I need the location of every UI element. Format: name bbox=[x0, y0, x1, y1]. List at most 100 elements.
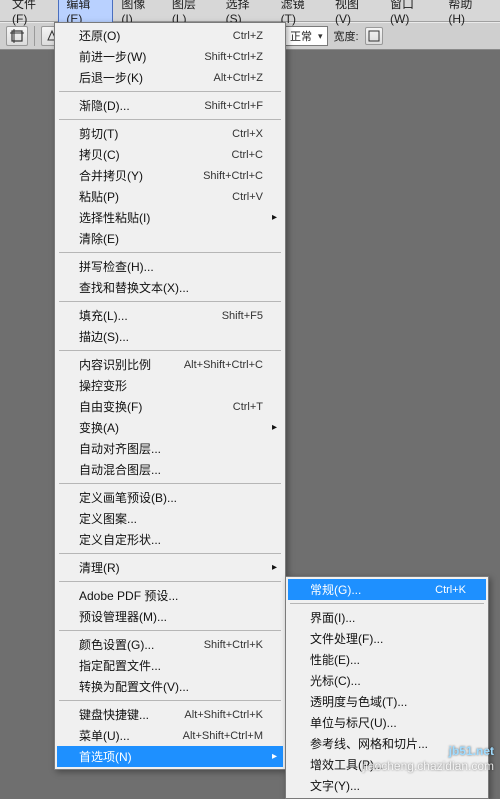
menu-item-label: 文字(Y)... bbox=[310, 777, 466, 794]
edit-menu-item[interactable]: 定义画笔预设(B)... bbox=[57, 487, 283, 508]
menu-item-shortcut: Ctrl+V bbox=[232, 191, 263, 203]
watermark-url: jiaocheng.chazidian.com bbox=[363, 759, 494, 775]
edit-menu-item[interactable]: 清除(E) bbox=[57, 228, 283, 249]
menu-separator bbox=[59, 301, 281, 302]
menu-separator bbox=[59, 252, 281, 253]
blend-mode-value: 正常 bbox=[290, 28, 312, 44]
menu-item-shortcut: Ctrl+C bbox=[232, 149, 263, 161]
prefs-menu-item[interactable]: 性能(E)... bbox=[288, 649, 486, 670]
menu-item-label: 键盘快捷键... bbox=[79, 706, 174, 723]
menu-item-label: 合并拷贝(Y) bbox=[79, 167, 193, 184]
edit-menu-item[interactable]: 颜色设置(G)... Shift+Ctrl+K bbox=[57, 634, 283, 655]
edit-menu-item[interactable]: 后退一步(K)Alt+Ctrl+Z bbox=[57, 67, 283, 88]
menu-item-label: 渐隐(D)... bbox=[79, 97, 194, 114]
edit-menu-item[interactable]: 渐隐(D)...Shift+Ctrl+F bbox=[57, 95, 283, 116]
menu-separator bbox=[59, 91, 281, 92]
edit-menu-item[interactable]: 描边(S)... bbox=[57, 326, 283, 347]
menu-item-label: 前进一步(W) bbox=[79, 48, 194, 65]
prefs-menu-item[interactable]: 文件处理(F)... bbox=[288, 628, 486, 649]
menu-item-label: 内容识别比例 bbox=[79, 356, 174, 373]
edit-menu-item[interactable]: 自由变换(F)Ctrl+T bbox=[57, 396, 283, 417]
edit-menu-item[interactable]: 首选项(N)▸ bbox=[57, 746, 283, 767]
edit-menu-item[interactable]: 清理(R)▸ bbox=[57, 557, 283, 578]
menu-item-label: 清除(E) bbox=[79, 230, 263, 247]
prefs-menu-item[interactable]: 单位与标尺(U)... bbox=[288, 712, 486, 733]
menubar-item[interactable]: 窗口(W) bbox=[382, 0, 440, 28]
edit-menu-item[interactable]: 自动对齐图层... bbox=[57, 438, 283, 459]
edit-menu-item[interactable]: 转换为配置文件(V)... bbox=[57, 676, 283, 697]
menu-item-label: 描边(S)... bbox=[79, 328, 263, 345]
prefs-menu-item[interactable]: 光标(C)... bbox=[288, 670, 486, 691]
edit-menu-item[interactable]: 定义图案... bbox=[57, 508, 283, 529]
edit-menu-item[interactable]: 键盘快捷键...Alt+Shift+Ctrl+K bbox=[57, 704, 283, 725]
menu-item-shortcut: Ctrl+K bbox=[435, 584, 466, 596]
menu-item-label: 指定配置文件... bbox=[79, 657, 263, 674]
edit-menu-item[interactable]: 剪切(T)Ctrl+X bbox=[57, 123, 283, 144]
menu-item-label: 定义图案... bbox=[79, 510, 263, 527]
edit-menu-item[interactable]: 选择性粘贴(I)▸ bbox=[57, 207, 283, 228]
menu-separator bbox=[59, 483, 281, 484]
menu-item-shortcut: Alt+Shift+Ctrl+C bbox=[184, 359, 263, 371]
menu-item-shortcut: Shift+Ctrl+C bbox=[203, 170, 263, 182]
edit-menu-item[interactable]: 拷贝(C)Ctrl+C bbox=[57, 144, 283, 165]
crop-icon bbox=[10, 29, 24, 43]
swatch-button[interactable] bbox=[365, 27, 383, 45]
edit-menu-item[interactable]: 粘贴(P) Ctrl+V bbox=[57, 186, 283, 207]
menu-item-label: 性能(E)... bbox=[310, 651, 466, 668]
edit-menu-item[interactable]: 指定配置文件... bbox=[57, 655, 283, 676]
menu-item-label: 首选项(N) bbox=[79, 748, 263, 765]
menu-separator bbox=[59, 119, 281, 120]
edit-menu-item[interactable]: 预设管理器(M)... bbox=[57, 606, 283, 627]
edit-menu-item[interactable]: 前进一步(W)Shift+Ctrl+Z bbox=[57, 46, 283, 67]
edit-menu-item[interactable]: 查找和替换文本(X)... bbox=[57, 277, 283, 298]
edit-menu-item[interactable]: 操控变形 bbox=[57, 375, 283, 396]
menubar-item[interactable]: 帮助(H) bbox=[440, 0, 496, 28]
menu-item-label: 拼写检查(H)... bbox=[79, 258, 263, 275]
menu-item-label: 定义自定形状... bbox=[79, 531, 263, 548]
edit-menu-item[interactable]: 自动混合图层... bbox=[57, 459, 283, 480]
prefs-menu-item[interactable]: 文字(Y)... bbox=[288, 775, 486, 796]
menu-separator bbox=[59, 700, 281, 701]
edit-menu-item[interactable]: 定义自定形状... bbox=[57, 529, 283, 550]
menu-item-label: 透明度与色域(T)... bbox=[310, 693, 466, 710]
menu-item-label: 单位与标尺(U)... bbox=[310, 714, 466, 731]
prefs-menu-item[interactable]: 透明度与色域(T)... bbox=[288, 691, 486, 712]
prefs-menu-item[interactable]: 界面(I)... bbox=[288, 607, 486, 628]
blend-mode-select[interactable]: 正常 ▾ bbox=[285, 26, 328, 46]
edit-menu-item[interactable]: Adobe PDF 预设... bbox=[57, 585, 283, 606]
menu-item-label: 变换(A) bbox=[79, 419, 263, 436]
width-label: 宽度: bbox=[334, 28, 359, 44]
prefs-menu-item[interactable]: 常规(G)... Ctrl+K bbox=[288, 579, 486, 600]
menu-item-label: 界面(I)... bbox=[310, 609, 466, 626]
watermark: jb51.net jiaocheng.chazidian.com bbox=[363, 744, 494, 775]
menu-item-label: 颜色设置(G)... bbox=[79, 636, 194, 653]
edit-menu-item[interactable]: 合并拷贝(Y) Shift+Ctrl+C bbox=[57, 165, 283, 186]
menubar-item[interactable]: 视图(V) bbox=[327, 0, 382, 28]
menu-item-label: 常规(G)... bbox=[310, 581, 425, 598]
edit-menu-item[interactable]: 内容识别比例 Alt+Shift+Ctrl+C bbox=[57, 354, 283, 375]
menu-item-shortcut: Ctrl+Z bbox=[233, 30, 263, 42]
menu-item-label: 预设管理器(M)... bbox=[79, 608, 263, 625]
menu-item-shortcut: Alt+Shift+Ctrl+M bbox=[183, 730, 263, 742]
menu-item-label: 转换为配置文件(V)... bbox=[79, 678, 263, 695]
menu-item-label: 定义画笔预设(B)... bbox=[79, 489, 263, 506]
menu-separator bbox=[59, 350, 281, 351]
menu-item-label: 粘贴(P) bbox=[79, 188, 222, 205]
edit-menu-item[interactable]: 变换(A) ▸ bbox=[57, 417, 283, 438]
chevron-right-icon: ▸ bbox=[272, 562, 277, 573]
watermark-brand: jb51.net bbox=[449, 744, 494, 758]
menu-item-shortcut: Ctrl+X bbox=[232, 128, 263, 140]
menu-item-shortcut: Alt+Ctrl+Z bbox=[213, 72, 263, 84]
menu-separator bbox=[59, 630, 281, 631]
edit-menu-item[interactable]: 拼写检查(H)... bbox=[57, 256, 283, 277]
tool-preset-button[interactable] bbox=[6, 26, 28, 46]
menu-item-shortcut: Shift+Ctrl+K bbox=[204, 639, 263, 651]
edit-menu-item[interactable]: 还原(O) Ctrl+Z bbox=[57, 25, 283, 46]
menu-item-label: 光标(C)... bbox=[310, 672, 466, 689]
edit-menu-item[interactable]: 填充(L)...Shift+F5 bbox=[57, 305, 283, 326]
chevron-right-icon: ▸ bbox=[272, 422, 277, 433]
menu-item-label: 还原(O) bbox=[79, 27, 223, 44]
menubar-item[interactable]: 文件(F) bbox=[4, 0, 58, 28]
edit-menu-dropdown: 还原(O) Ctrl+Z 前进一步(W)Shift+Ctrl+Z后退一步(K)Alt… bbox=[54, 22, 286, 770]
edit-menu-item[interactable]: 菜单(U)...Alt+Shift+Ctrl+M bbox=[57, 725, 283, 746]
